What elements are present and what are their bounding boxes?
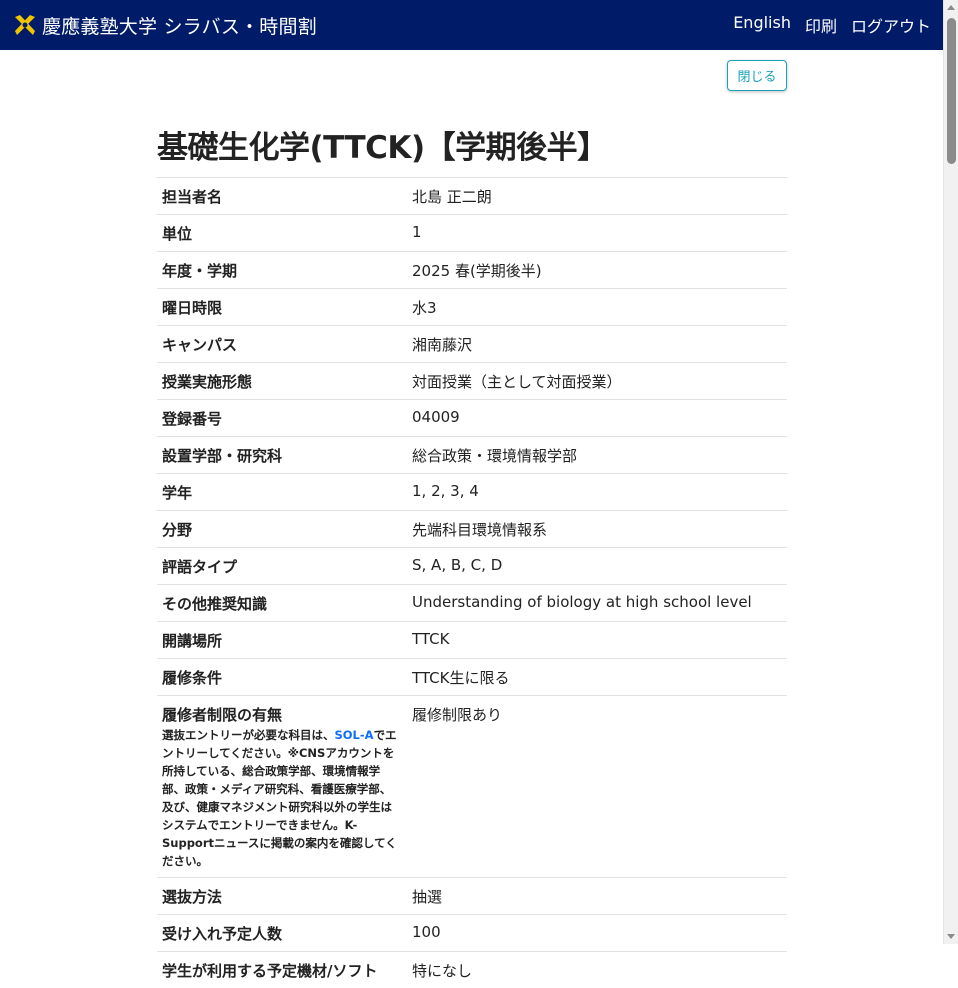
table-row: 年度・学期2025 春(学期後半) [157, 252, 787, 289]
row-label: 設置学部・研究科 [157, 437, 407, 474]
site-title: 慶應義塾大学 シラバス・時間割 [42, 12, 317, 39]
course-details-table: 担当者名北島 正二朗 単位1 年度・学期2025 春(学期後半) 曜日時限水3 … [157, 177, 787, 988]
sol-a-link[interactable]: SOL-A [335, 728, 374, 742]
row-label: 曜日時限 [157, 289, 407, 326]
keio-pen-logo-icon [12, 12, 38, 38]
row-label: 開講場所 [157, 622, 407, 659]
table-row: 履修条件TTCK生に限る [157, 659, 787, 696]
row-value: 1, 2, 3, 4 [407, 474, 787, 511]
row-label: 単位 [157, 215, 407, 252]
table-row: 担当者名北島 正二朗 [157, 178, 787, 215]
table-row-restriction: 履修者制限の有無 選抜エントリーが必要な科目は、SOL-Aでエントリーしてくださ… [157, 696, 787, 878]
table-row: 設置学部・研究科総合政策・環境情報学部 [157, 437, 787, 474]
close-button[interactable]: 閉じる [727, 60, 787, 91]
row-label: 評語タイプ [157, 548, 407, 585]
row-label: 授業実施形態 [157, 363, 407, 400]
restriction-note-text-2: でエントリーしてください。※CNSアカウントを所持している、総合政策学部、環境情… [162, 728, 397, 868]
row-value: TTCK [407, 622, 787, 659]
row-value: 特になし [407, 952, 787, 988]
table-row: 受け入れ予定人数100 [157, 915, 787, 952]
row-value: 対面授業（主として対面授業） [407, 363, 787, 400]
scroll-down-arrow-icon[interactable] [947, 934, 955, 939]
page-title: 基礎生化学(TTCK)【学期後半】 [157, 122, 608, 167]
table-row: 授業実施形態対面授業（主として対面授業） [157, 363, 787, 400]
row-value: 2025 春(学期後半) [407, 252, 787, 289]
row-label: 分野 [157, 511, 407, 548]
row-value: Understanding of biology at high school … [407, 585, 787, 622]
table-row: 評語タイプS, A, B, C, D [157, 548, 787, 585]
row-value: 履修制限あり [407, 696, 787, 878]
table-row: キャンパス湘南藤沢 [157, 326, 787, 363]
restriction-note: 選抜エントリーが必要な科目は、SOL-Aでエントリーしてください。※CNSアカウ… [162, 726, 402, 870]
row-value: 1 [407, 215, 787, 252]
english-link[interactable]: English [733, 13, 791, 37]
row-label: 担当者名 [157, 178, 407, 215]
restriction-note-text: 選抜エントリーが必要な科目は、 [162, 728, 335, 742]
print-link[interactable]: 印刷 [805, 13, 837, 37]
row-value: 04009 [407, 400, 787, 437]
row-label: 学年 [157, 474, 407, 511]
table-row: その他推奨知識Understanding of biology at high … [157, 585, 787, 622]
row-value: 100 [407, 915, 787, 952]
row-value: 先端科目環境情報系 [407, 511, 787, 548]
header-links: English 印刷 ログアウト [733, 13, 931, 37]
table-row: 登録番号04009 [157, 400, 787, 437]
row-value: 総合政策・環境情報学部 [407, 437, 787, 474]
table-row: 単位1 [157, 215, 787, 252]
table-row: 開講場所TTCK [157, 622, 787, 659]
row-label: 登録番号 [157, 400, 407, 437]
row-label: その他推奨知識 [157, 585, 407, 622]
row-value: 水3 [407, 289, 787, 326]
top-navbar: 慶應義塾大学 シラバス・時間割 English 印刷 ログアウト [0, 0, 943, 50]
row-value: TTCK生に限る [407, 659, 787, 696]
logout-link[interactable]: ログアウト [851, 13, 931, 37]
row-label: 履修者制限の有無 選抜エントリーが必要な科目は、SOL-Aでエントリーしてくださ… [157, 696, 407, 878]
row-label: 履修条件 [157, 659, 407, 696]
table-row: 学年1, 2, 3, 4 [157, 474, 787, 511]
table-row: 学生が利用する予定機材/ソフト特になし [157, 952, 787, 988]
scrollbar-thumb[interactable] [947, 18, 956, 164]
table-row: 曜日時限水3 [157, 289, 787, 326]
row-label: 受け入れ予定人数 [157, 915, 407, 952]
vertical-scrollbar[interactable] [943, 0, 958, 944]
table-row: 選抜方法抽選 [157, 878, 787, 915]
row-label: 年度・学期 [157, 252, 407, 289]
row-value: S, A, B, C, D [407, 548, 787, 585]
row-value: 抽選 [407, 878, 787, 915]
brand[interactable]: 慶應義塾大学 シラバス・時間割 [12, 12, 317, 39]
table-row: 分野先端科目環境情報系 [157, 511, 787, 548]
row-value: 湘南藤沢 [407, 326, 787, 363]
row-label: キャンパス [157, 326, 407, 363]
row-label: 選抜方法 [157, 878, 407, 915]
row-value: 北島 正二朗 [407, 178, 787, 215]
scroll-up-arrow-icon[interactable] [947, 5, 955, 10]
row-label: 学生が利用する予定機材/ソフト [157, 952, 407, 988]
restriction-label: 履修者制限の有無 [162, 704, 402, 725]
